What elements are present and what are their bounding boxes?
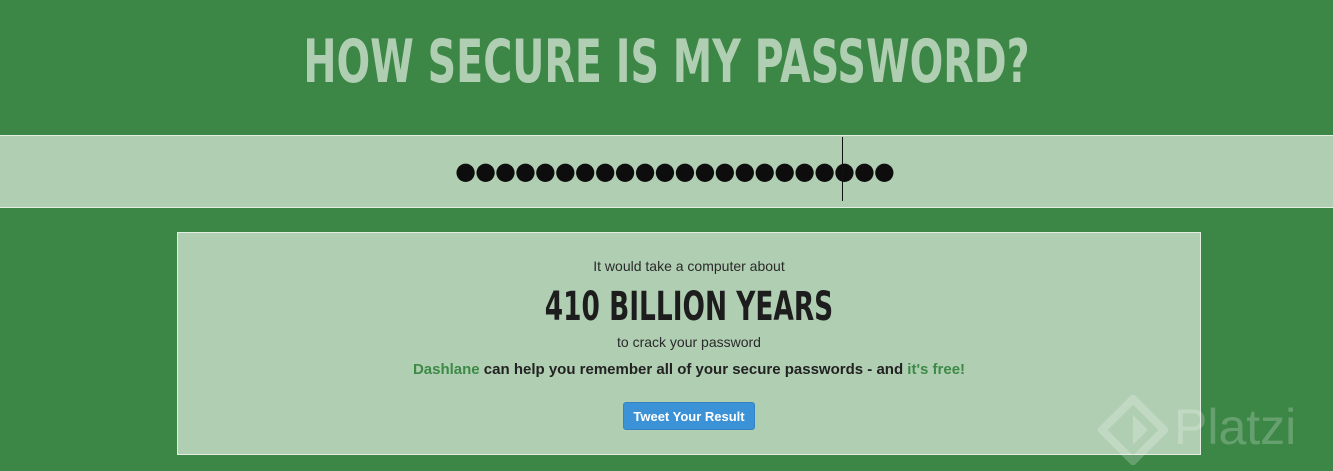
text-caret [842, 137, 843, 201]
promo-line: Dashlane can help you remember all of yo… [178, 360, 1200, 380]
tweet-result-button[interactable]: Tweet Your Result [623, 402, 755, 430]
crack-time-value: 410 BILLION YEARS [544, 284, 834, 330]
free-link[interactable]: it's free! [907, 361, 965, 378]
watermark: Platzi [1098, 395, 1328, 465]
password-input[interactable] [0, 136, 1333, 207]
result-lead-text: It would take a computer about [593, 258, 785, 274]
watermark-text: Platzi [1174, 399, 1297, 455]
platzi-logo-icon [1098, 395, 1168, 465]
result-tail-text: to crack your password [617, 334, 761, 350]
page: HOW SECURE IS MY PASSWORD? It would take… [0, 0, 1333, 471]
password-band [0, 135, 1333, 208]
result-panel: It would take a computer about 410 BILLI… [177, 232, 1201, 455]
page-title: HOW SECURE IS MY PASSWORD? [303, 27, 1030, 97]
dashlane-link[interactable]: Dashlane [413, 361, 480, 378]
promo-text: can help you remember all of your secure… [479, 361, 908, 378]
